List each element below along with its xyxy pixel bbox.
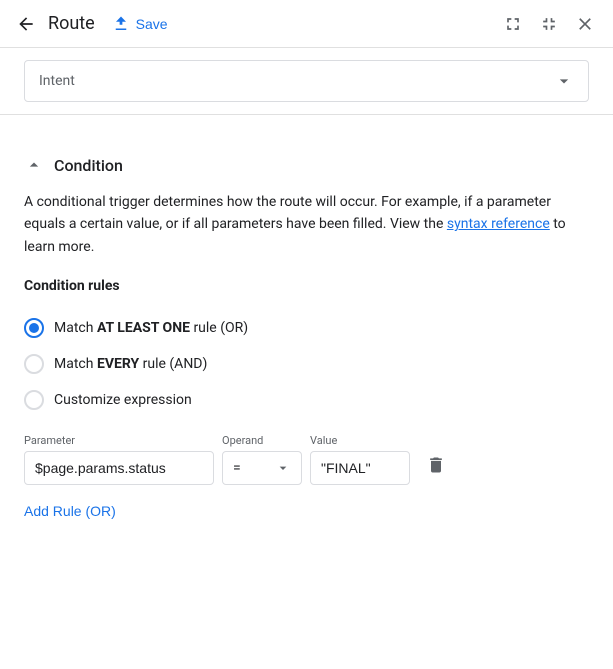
trash-icon (426, 455, 446, 475)
operand-dropdown[interactable]: = (222, 451, 302, 485)
chevron-down-icon (554, 71, 574, 91)
radio-inner-or (29, 323, 39, 333)
delete-rule-button[interactable] (418, 447, 454, 483)
intent-section: Intent (0, 48, 613, 115)
close-icon (575, 14, 595, 34)
back-icon (16, 14, 36, 34)
operand-chevron-icon (275, 460, 291, 476)
radio-label-custom: Customize expression (54, 392, 192, 408)
operand-group: Operand = (222, 434, 302, 485)
spacer (0, 115, 613, 139)
back-button[interactable] (12, 10, 40, 38)
add-rule-label: Add Rule (OR) (24, 503, 116, 519)
save-label: Save (136, 16, 168, 32)
collapse-button[interactable] (533, 8, 565, 40)
parameter-group: Parameter (24, 434, 214, 485)
syntax-reference-link[interactable]: syntax reference (447, 216, 550, 232)
value-label: Value (310, 434, 410, 447)
condition-rules-label: Condition rules (24, 278, 589, 294)
collapse-icon (539, 14, 559, 34)
value-input[interactable] (310, 451, 410, 485)
radio-group: Match AT LEAST ONE rule (OR) Match EVERY… (24, 310, 589, 418)
value-group: Value (310, 434, 410, 485)
radio-circle-and (24, 354, 44, 374)
parameter-input[interactable] (24, 451, 214, 485)
page-title: Route (48, 13, 95, 34)
save-icon (112, 15, 130, 33)
operand-value: = (233, 460, 241, 476)
add-rule-button[interactable]: Add Rule (OR) (24, 493, 116, 529)
header-left: Route Save (12, 9, 497, 39)
rule-row: Parameter Operand = Value (24, 434, 589, 485)
radio-option-or[interactable]: Match AT LEAST ONE rule (OR) (24, 310, 589, 346)
save-button[interactable]: Save (102, 9, 178, 39)
condition-section: Condition A conditional trigger determin… (0, 139, 613, 545)
condition-header: Condition (24, 155, 589, 175)
header-icons (497, 8, 601, 40)
condition-description: A conditional trigger determines how the… (24, 191, 589, 258)
close-button[interactable] (569, 8, 601, 40)
radio-circle-or (24, 318, 44, 338)
intent-dropdown[interactable]: Intent (24, 60, 589, 102)
parameter-label: Parameter (24, 434, 214, 447)
expand-icon (503, 14, 523, 34)
radio-label-or: Match AT LEAST ONE rule (OR) (54, 320, 248, 336)
radio-option-and[interactable]: Match EVERY rule (AND) (24, 346, 589, 382)
condition-title: Condition (54, 156, 123, 175)
radio-circle-custom (24, 390, 44, 410)
header: Route Save (0, 0, 613, 48)
operand-label: Operand (222, 434, 302, 447)
radio-option-custom[interactable]: Customize expression (24, 382, 589, 418)
fullscreen-button[interactable] (497, 8, 529, 40)
condition-collapse-button[interactable] (24, 155, 44, 175)
chevron-up-icon (24, 155, 44, 175)
intent-label: Intent (39, 73, 75, 89)
radio-label-and: Match EVERY rule (AND) (54, 356, 207, 372)
